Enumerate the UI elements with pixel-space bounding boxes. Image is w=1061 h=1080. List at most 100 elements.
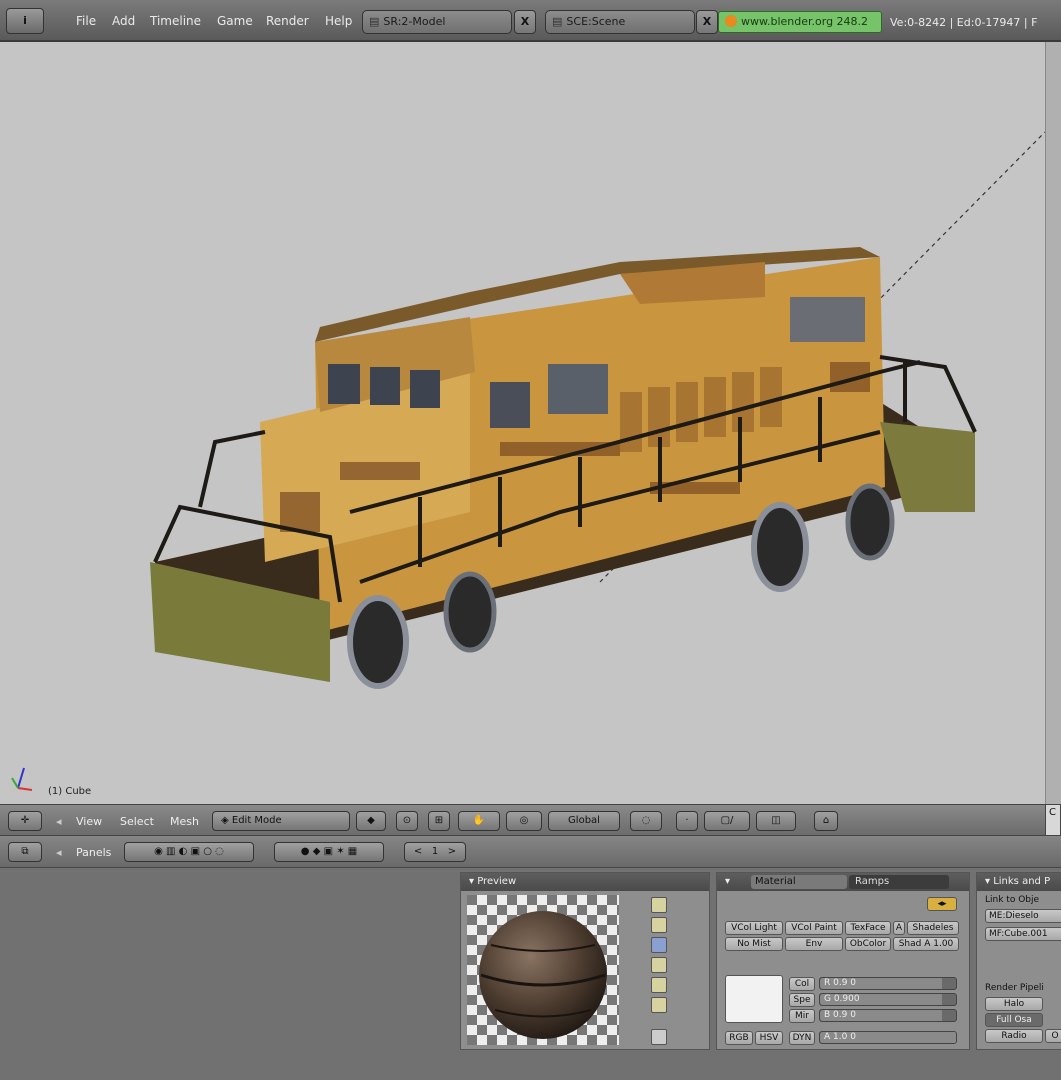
vcol-paint-toggle[interactable]: VCol Paint — [785, 921, 843, 935]
manipulator-toggle[interactable]: ✋ — [458, 811, 500, 831]
rgb-mode-button[interactable]: RGB — [725, 1031, 753, 1045]
shadow-alpha-field[interactable]: Shad A 1.00 — [893, 937, 959, 951]
alpha-value: A 1.0 0 — [824, 1032, 856, 1042]
proportional-edit-button[interactable]: ◌ — [630, 811, 662, 831]
camera-icon: ⌂ — [822, 815, 830, 826]
header-stub-label: C — [1049, 807, 1056, 818]
frame-counter[interactable]: < 1 > — [404, 842, 466, 862]
mesh-datablock-field[interactable]: ME:Dieselo — [985, 909, 1061, 923]
vcol-light-toggle[interactable]: VCol Light — [725, 921, 783, 935]
links-pipeline-panel: ▾ Links and P Link to Obje ME:Dieselo MF… — [976, 872, 1061, 1050]
menu-select[interactable]: Select — [120, 815, 154, 828]
material-lock-button[interactable]: ◂▸ — [927, 897, 957, 911]
menu-game[interactable]: Game — [217, 14, 253, 28]
preview-type-sky-icon[interactable] — [651, 997, 667, 1013]
3d-viewport[interactable]: (1) Cube — [0, 42, 1045, 804]
screen-selector[interactable]: ▤ SR:2-Model — [362, 10, 512, 34]
select-mode-vertex[interactable]: · — [676, 811, 698, 831]
edit-mode-icon: ◈ — [221, 815, 232, 826]
layer-button[interactable]: ⊞ — [428, 811, 450, 831]
louver-vent — [790, 297, 865, 342]
green-value: G 0.900 — [824, 994, 860, 1004]
menu-add[interactable]: Add — [112, 14, 135, 28]
scene-delete-button[interactable]: X — [696, 10, 718, 34]
editor-type-3dview-button[interactable]: ✛ — [8, 811, 42, 831]
dyn-mode-button[interactable]: DYN — [789, 1031, 815, 1045]
collapse-arrow-icon[interactable]: ◂ — [56, 846, 62, 859]
tab-material[interactable]: Material — [751, 875, 847, 889]
preview-panel-header[interactable]: ▾ Preview — [461, 873, 709, 891]
blender-logo-icon — [725, 15, 737, 27]
halo-toggle[interactable]: Halo — [985, 997, 1043, 1011]
color-swatch[interactable] — [725, 975, 783, 1023]
red-value: R 0.9 0 — [824, 978, 857, 988]
cab-window-3 — [410, 370, 440, 408]
render-view-button[interactable]: ⌂ — [814, 811, 838, 831]
draw-type-button[interactable]: ◆ — [356, 811, 386, 831]
preview-type-monkey-icon[interactable] — [651, 957, 667, 973]
arrows-icon: ◂▸ — [937, 899, 947, 909]
preview-type-cube-icon[interactable] — [651, 937, 667, 953]
info-icon: i — [23, 14, 27, 27]
header-stub[interactable]: C — [1045, 804, 1061, 836]
blue-slider[interactable]: B 0.9 0 — [819, 1009, 957, 1022]
frame-number: 1 — [431, 846, 439, 857]
collapse-arrow-icon[interactable]: ▾ — [725, 876, 730, 887]
radio-toggle[interactable]: Radio — [985, 1029, 1043, 1043]
col-button[interactable]: Col — [789, 977, 815, 991]
texface-toggle[interactable]: TexFace — [845, 921, 891, 935]
full-osa-toggle[interactable]: Full Osa — [985, 1013, 1043, 1027]
red-slider[interactable]: R 0.9 0 — [819, 977, 957, 990]
context-buttons[interactable]: ◉ ▥ ◐ ▣ ○ ◌ — [124, 842, 254, 862]
orientation-selector[interactable]: Global — [548, 811, 620, 831]
preview-type-flat-icon[interactable] — [651, 897, 667, 913]
no-mist-toggle[interactable]: No Mist — [725, 937, 783, 951]
links-panel-header[interactable]: ▾ Links and P — [977, 873, 1061, 891]
obcolor-toggle[interactable]: ObColor — [845, 937, 891, 951]
menu-mesh[interactable]: Mesh — [170, 815, 199, 828]
material-datablock-field[interactable]: MF:Cube.001 — [985, 927, 1061, 941]
pivot-button[interactable]: ⊙ — [396, 811, 418, 831]
subcontext-buttons[interactable]: ● ◆ ▣ ✶ ▦ — [274, 842, 384, 862]
menu-help[interactable]: Help — [325, 14, 352, 28]
texface-alpha-toggle[interactable]: A — [893, 921, 905, 935]
vertex-icon: · — [685, 815, 689, 826]
extra-toggle[interactable]: O — [1045, 1029, 1061, 1043]
occlude-button[interactable]: ◫ — [756, 811, 796, 831]
links-title: Links and P — [993, 876, 1051, 887]
proportional-icon: ◌ — [641, 815, 651, 826]
collapse-arrow-icon[interactable]: ◂ — [56, 815, 62, 828]
blue-value: B 0.9 0 — [824, 1010, 856, 1020]
viewport-scroll-edge — [1045, 42, 1061, 804]
website-link[interactable]: www.blender.org 248.2 — [718, 11, 882, 33]
menu-view[interactable]: View — [76, 815, 102, 828]
frame-decrement-icon[interactable]: < — [414, 846, 422, 857]
cab-window-1 — [328, 364, 360, 404]
shadeless-toggle[interactable]: Shadeles — [907, 921, 959, 935]
material-panel: ▾ Material Ramps ◂▸ VCol Light VCol Pain… — [716, 872, 970, 1050]
rotate-manipulator[interactable]: ◎ — [506, 811, 542, 831]
spe-button[interactable]: Spe — [789, 993, 815, 1007]
active-object-label: (1) Cube — [48, 786, 92, 797]
scene-selector[interactable]: ▤ SCE:Scene — [545, 10, 695, 34]
preview-type-sphere-icon[interactable] — [651, 917, 667, 933]
pivot-icon: ⊙ — [402, 815, 412, 826]
preview-type-hair-icon[interactable] — [651, 977, 667, 993]
env-toggle[interactable]: Env — [785, 937, 843, 951]
scene-icon: ▤ — [552, 15, 563, 28]
select-mode-edge-face[interactable]: ▢/ — [704, 811, 750, 831]
tab-ramps[interactable]: Ramps — [849, 875, 949, 889]
menu-render[interactable]: Render — [266, 14, 309, 28]
frame-increment-icon[interactable]: > — [448, 846, 456, 857]
screen-delete-button[interactable]: X — [514, 10, 536, 34]
menu-timeline[interactable]: Timeline — [150, 14, 201, 28]
mir-button[interactable]: Mir — [789, 1009, 815, 1023]
preview-refresh-icon[interactable] — [651, 1029, 667, 1045]
hsv-mode-button[interactable]: HSV — [755, 1031, 783, 1045]
alpha-slider[interactable]: A 1.0 0 — [819, 1031, 957, 1044]
menu-file[interactable]: File — [76, 14, 96, 28]
green-slider[interactable]: G 0.900 — [819, 993, 957, 1006]
editor-type-button[interactable]: i — [6, 8, 44, 34]
mode-selector[interactable]: ◈ Edit Mode — [212, 811, 350, 831]
editor-type-buttons-button[interactable]: ⧉ — [8, 842, 42, 862]
